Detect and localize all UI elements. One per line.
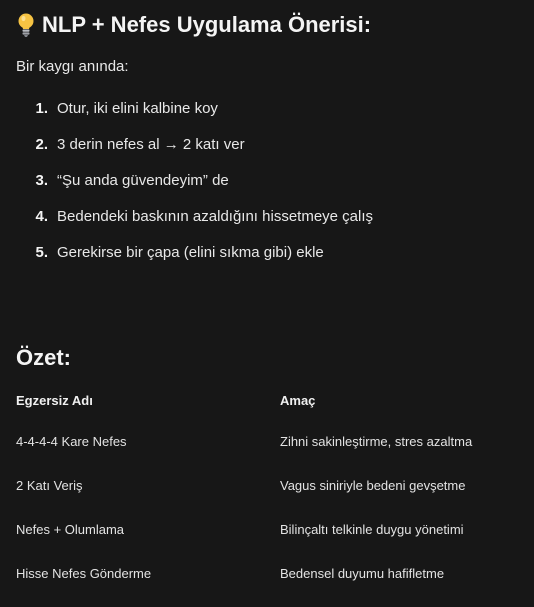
table-header-row: Egzersiz Adı Amaç [16,381,516,419]
table-cell: Bedensel duyumu hafifletme [280,565,445,581]
step-number: 5. [35,243,48,261]
table-row: Nefes + Olumlama Bilinçaltı telkinle duy… [16,507,516,551]
table-cell: Vagus siniriyle bedeni gevşetme [280,477,466,493]
table-cell: Zihni sakinleştirme, stres azaltma [280,433,473,449]
table-row: Hisse Nefes Gönderme Bedensel duyumu haf… [16,551,516,595]
step-text: 3 derin nefes al → 2 katı ver [57,135,245,153]
list-item: 2. 3 derin nefes al → 2 katı ver [16,126,373,162]
table-row: 4-4-4-4 Kare Nefes Zihni sakinleştirme, … [16,419,516,463]
step-number: 4. [35,207,48,225]
page-title: NLP + Nefes Uygulama Önerisi: [16,8,371,42]
step-number: 1. [35,99,48,117]
page-title-text: NLP + Nefes Uygulama Önerisi: [42,12,372,37]
list-item: 3. “Şu anda güvendeyim” de [16,162,373,198]
step-number: 2. [35,135,48,153]
steps-list: 1. Otur, iki elini kalbine koy 2. 3 deri… [16,90,373,270]
step-text: Bedendeki baskının azaldığını hissetmeye… [57,207,374,225]
table-cell: Nefes + Olumlama [16,521,125,537]
table-cell: 2 Katı Veriş [16,477,83,493]
summary-heading: Özet: [16,345,71,370]
step-text: “Şu anda güvendeyim” de [57,171,229,189]
column-header-exercise: Egzersiz Adı [16,392,93,408]
intro-text: Bir kaygı anında: [16,58,129,75]
summary-table: Egzersiz Adı Amaç 4-4-4-4 Kare Nefes Zih… [16,381,516,595]
list-item: 1. Otur, iki elini kalbine koy [16,90,373,126]
step-number: 3. [35,171,48,189]
column-header-purpose: Amaç [280,392,316,408]
list-item: 4. Bedendeki baskının azaldığını hissetm… [16,198,373,234]
step-text: Otur, iki elini kalbine koy [57,99,218,117]
step-text: Gerekirse bir çapa (elini sıkma gibi) ek… [57,243,324,261]
table-cell: Bilinçaltı telkinle duygu yönetimi [280,521,464,537]
table-cell: Hisse Nefes Gönderme [16,565,152,581]
lightbulb-icon [16,12,36,38]
list-item: 5. Gerekirse bir çapa (elini sıkma gibi)… [16,234,373,270]
table-row: 2 Katı Veriş Vagus siniriyle bedeni gevş… [16,463,516,507]
table-cell: 4-4-4-4 Kare Nefes [16,433,127,449]
